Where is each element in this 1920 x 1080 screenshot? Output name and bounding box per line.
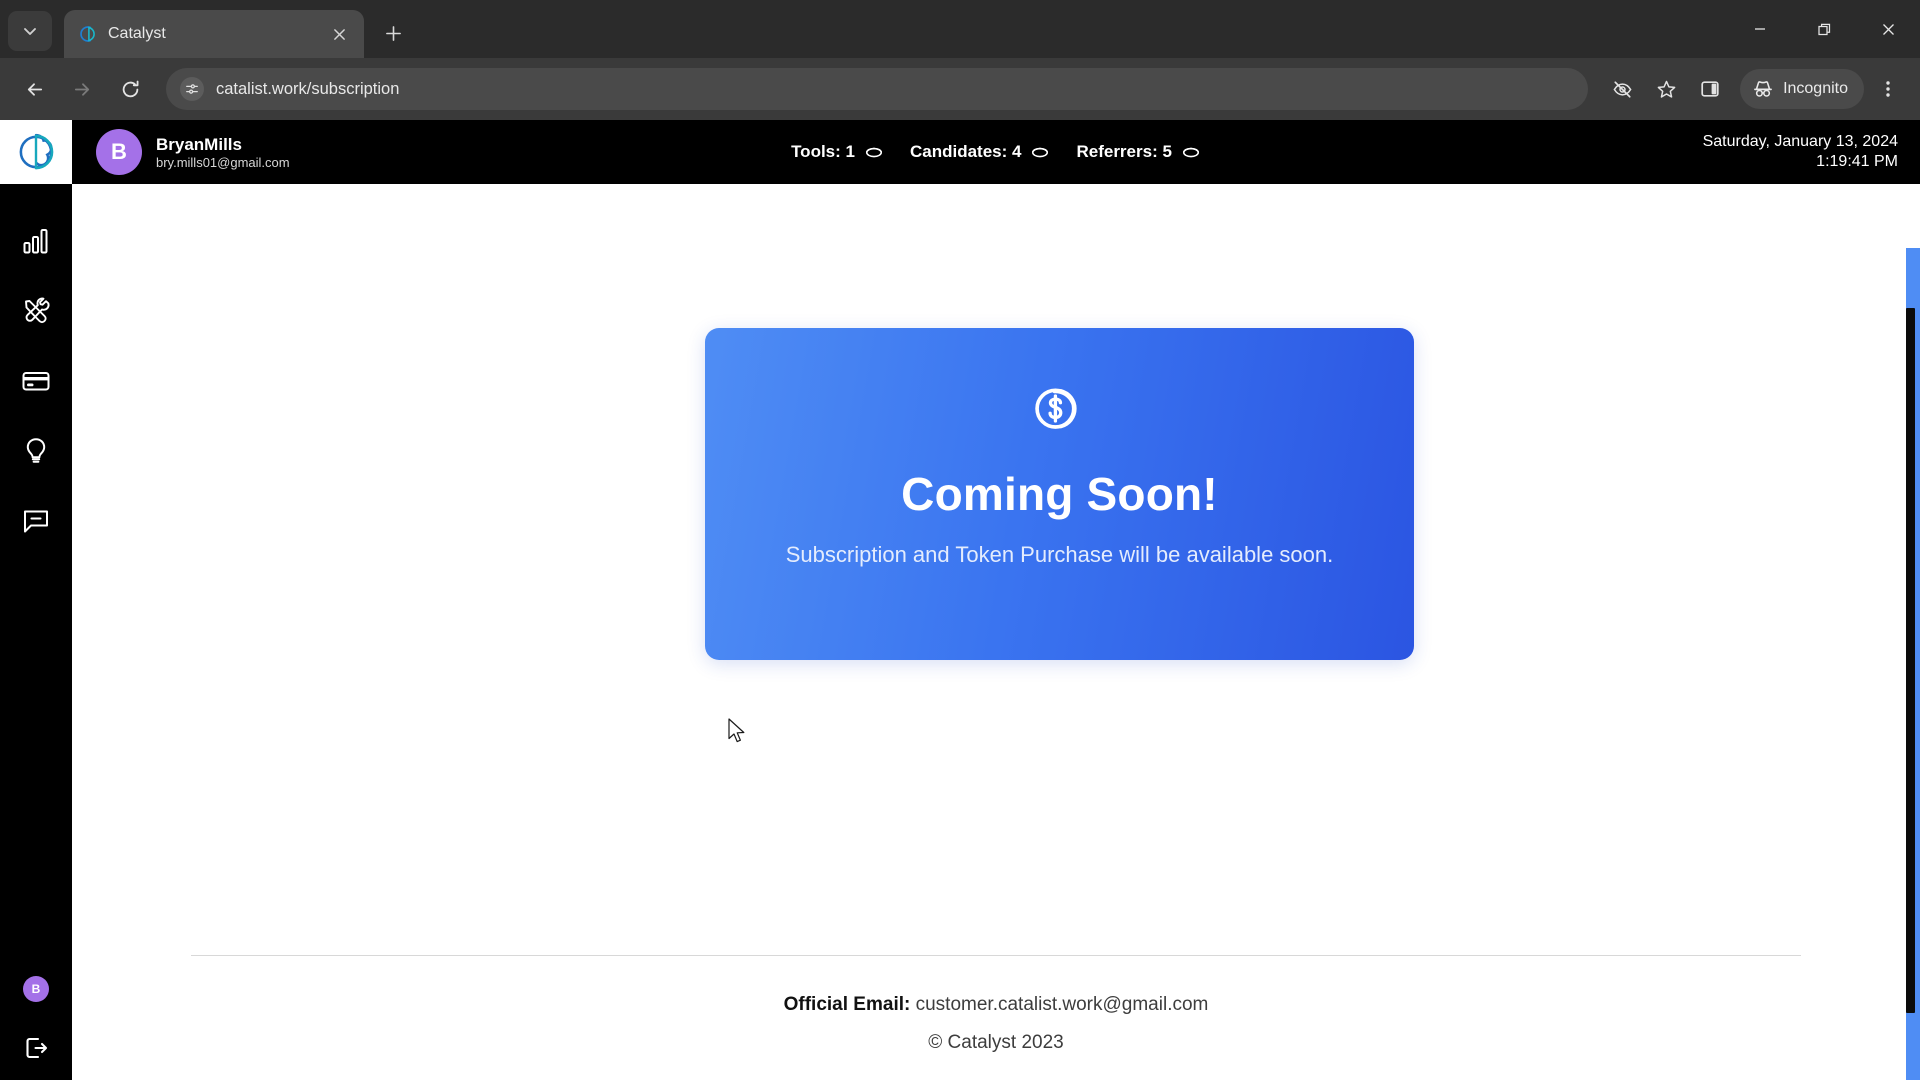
sidebar-footer: B: [0, 976, 72, 1062]
footer-email-label: Official Email:: [783, 994, 911, 1015]
tune-sliders-icon[interactable]: [180, 77, 204, 101]
app-header: B BryanMills bry.mills01@gmail.com Tools…: [72, 120, 1920, 184]
browser-toolbar: catalist.work/subscription Incognito: [0, 58, 1920, 120]
reload-button[interactable]: [108, 67, 152, 111]
close-icon: [333, 28, 345, 40]
forward-arrow-icon: [74, 82, 89, 96]
token-coin-icon: [1032, 147, 1049, 158]
tools-icon: [25, 297, 50, 324]
tab-strip: Catalyst: [0, 0, 1920, 58]
plus-icon: [385, 25, 401, 41]
token-coin-icon: [1182, 147, 1199, 158]
scrollbar-thumb[interactable]: [1906, 308, 1915, 1013]
logout-icon: [26, 1037, 48, 1059]
incognito-hat-icon: [1754, 81, 1772, 97]
avatar: B: [96, 129, 142, 175]
tab-title: Catalyst: [108, 25, 166, 42]
chat-bubble-icon: [24, 510, 48, 533]
stat-candidates[interactable]: Candidates: 4: [910, 142, 1050, 162]
tracking-protection-button[interactable]: [1602, 69, 1642, 109]
browser-window: Catalyst catalist.work/subscription Inco…: [0, 0, 1920, 1080]
clock-time: 1:19:41 PM: [1816, 153, 1898, 170]
card-title: Coming Soon!: [901, 468, 1218, 520]
catalyst-logo-icon: [19, 133, 54, 170]
side-panel-button[interactable]: [1690, 69, 1730, 109]
page-viewport: B B BryanMills bry.mills01@gmail.com Too…: [0, 120, 1920, 1080]
catalyst-logo-icon: [78, 24, 98, 44]
new-tab-button[interactable]: [374, 14, 412, 52]
footer-divider: [191, 955, 1801, 956]
sidebar-item-tools[interactable]: [0, 276, 72, 346]
page-footer: Official Email: customer.catalist.work@g…: [72, 955, 1920, 1080]
logout-button[interactable]: [22, 1034, 50, 1062]
close-icon: [1882, 23, 1894, 35]
stat-referrers[interactable]: Referrers: 5: [1076, 142, 1200, 162]
header-user[interactable]: B BryanMills bry.mills01@gmail.com: [96, 129, 290, 175]
three-dot-menu-icon: [1886, 81, 1890, 97]
address-bar[interactable]: catalist.work/subscription: [166, 68, 1589, 110]
side-panel-icon: [1701, 81, 1719, 97]
forward-button[interactable]: [60, 67, 104, 111]
sidebar-item-analytics[interactable]: [0, 206, 72, 276]
stat-referrers-label: Referrers: 5: [1076, 142, 1172, 161]
restore-icon: [1817, 23, 1830, 35]
sidebar-item-insights[interactable]: [0, 416, 72, 486]
incognito-label: Incognito: [1783, 80, 1848, 97]
token-coin-icon: [865, 147, 883, 158]
sidebar-item-subscription[interactable]: [0, 346, 72, 416]
eye-slash-icon: [1613, 80, 1632, 98]
lightbulb-icon: [26, 438, 46, 463]
sidebar-item-messages[interactable]: [0, 486, 72, 556]
minimize-button[interactable]: [1728, 0, 1792, 58]
stat-tools-label: Tools: 1: [791, 142, 855, 161]
clock-date: Saturday, January 13, 2024: [1702, 133, 1898, 150]
dollar-coins-icon: [1027, 372, 1093, 443]
maximize-restore-button[interactable]: [1792, 0, 1856, 58]
page-body: Coming Soon! Subscription and Token Purc…: [72, 184, 1920, 1080]
incognito-indicator[interactable]: Incognito: [1740, 69, 1864, 109]
header-stats: Tools: 1 Candidates: 4 Referrers: 5: [72, 120, 1920, 184]
credit-card-icon: [22, 372, 50, 391]
stat-candidates-label: Candidates: 4: [909, 142, 1022, 161]
user-email: bry.mills01@gmail.com: [156, 154, 290, 170]
user-text: BryanMills bry.mills01@gmail.com: [156, 136, 290, 169]
footer-copyright: © Catalyst 2023: [928, 1032, 1064, 1053]
header-clock: Saturday, January 13, 2024 1:19:41 PM: [1703, 134, 1898, 170]
address-bar-url: catalist.work/subscription: [216, 79, 400, 98]
app-sidebar: B: [0, 120, 72, 1080]
chevron-down-icon: [24, 28, 36, 35]
browser-tab[interactable]: Catalyst: [64, 10, 364, 58]
close-window-button[interactable]: [1856, 0, 1920, 58]
back-arrow-icon: [27, 82, 42, 96]
app-logo[interactable]: [0, 120, 72, 184]
sidebar-avatar[interactable]: B: [23, 976, 49, 1002]
footer-email: Official Email: customer.catalist.work@g…: [784, 994, 1209, 1016]
bookmark-button[interactable]: [1646, 69, 1686, 109]
coming-soon-card: Coming Soon! Subscription and Token Purc…: [705, 328, 1414, 660]
tab-close-button[interactable]: [326, 21, 352, 47]
tab-search-button[interactable]: [8, 11, 52, 51]
sidebar-nav: [0, 206, 72, 556]
reload-icon: [122, 80, 138, 97]
page-scrollbar[interactable]: [1906, 248, 1920, 1080]
minimize-icon: [1755, 28, 1765, 30]
back-button[interactable]: [12, 67, 56, 111]
card-subtitle: Subscription and Token Purchase will be …: [785, 542, 1334, 567]
window-controls: [1728, 0, 1920, 58]
mouse-cursor: [728, 718, 748, 751]
user-name: BryanMills: [156, 134, 242, 154]
stat-tools[interactable]: Tools: 1: [791, 142, 884, 162]
bar-chart-icon: [23, 229, 48, 254]
star-icon: [1657, 80, 1675, 98]
browser-menu-button[interactable]: [1868, 69, 1908, 109]
app-content: B BryanMills bry.mills01@gmail.com Tools…: [72, 120, 1920, 1080]
footer-email-value[interactable]: customer.catalist.work@gmail.com: [916, 994, 1209, 1015]
